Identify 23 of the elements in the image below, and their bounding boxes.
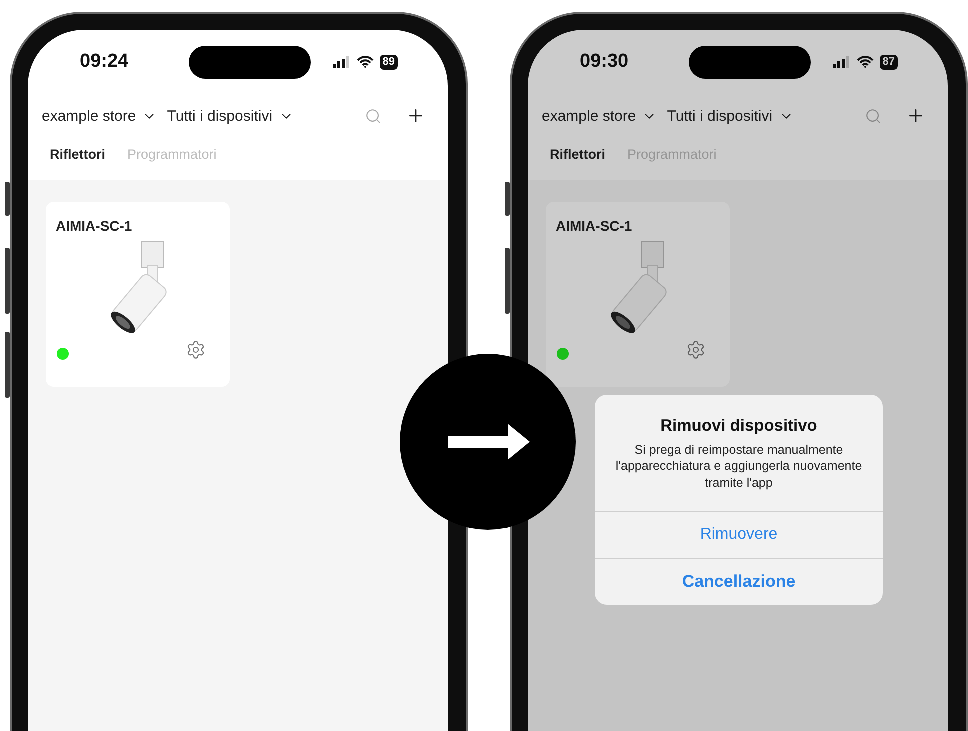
device-name: AIMIA-SC-1	[556, 218, 634, 234]
settings-icon[interactable]	[186, 340, 206, 360]
status-time: 09:24	[80, 51, 130, 73]
search-icon[interactable]	[365, 108, 382, 124]
store-dropdown[interactable]: example store	[42, 108, 158, 124]
battery-level: 89	[380, 54, 398, 70]
device-name: AIMIA-SC-1	[56, 218, 134, 234]
dialog-title: Rimuovi dispositivo	[660, 417, 818, 436]
settings-icon[interactable]	[686, 340, 706, 360]
signal-icon	[332, 56, 351, 68]
store-dropdown[interactable]: example store	[542, 108, 658, 124]
signal-icon	[832, 56, 851, 68]
battery-level: 87	[880, 54, 898, 70]
device-card[interactable]: AIMIA-SC-1	[546, 202, 730, 387]
status-time: 09:30	[580, 51, 630, 73]
wifi-icon	[356, 56, 374, 68]
filter-dropdown[interactable]: Tutti i dispositivi	[167, 108, 294, 124]
device-card[interactable]: AIMIA-SC-1	[46, 202, 230, 387]
dialog-message: Si prega di reimpostare manualmente l'apparecchiatura e aggiungerla nuovamente tramite l'app	[614, 442, 864, 491]
wifi-icon	[856, 56, 874, 68]
filter-dropdown[interactable]: Tutti i dispositivi	[667, 108, 794, 124]
category-tab[interactable]: Riflettori	[550, 146, 606, 162]
category-tab[interactable]: Riflettori	[50, 146, 106, 162]
